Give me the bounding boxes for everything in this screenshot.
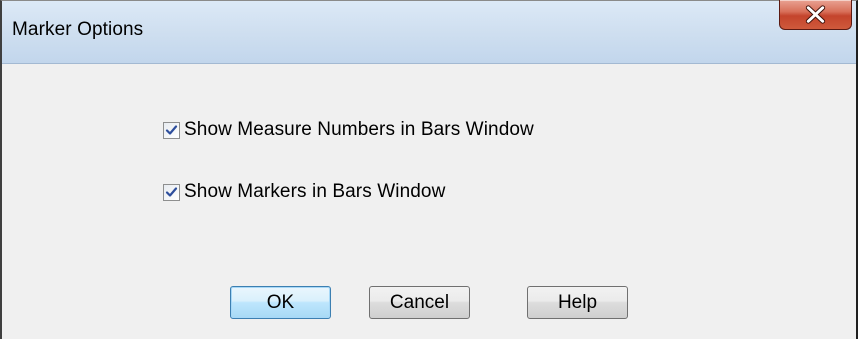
close-button[interactable] [779,0,852,30]
show-markers-checkbox-row[interactable]: Show Markers in Bars Window [163,181,445,203]
marker-options-dialog: Marker Options Show Measure Numbers in B… [0,0,858,339]
show-measure-numbers-checkbox-row[interactable]: Show Measure Numbers in Bars Window [163,119,534,141]
checkmark-icon [165,186,178,197]
close-x-icon [805,5,826,24]
show-markers-label[interactable]: Show Markers in Bars Window [184,181,445,203]
show-markers-checkbox[interactable] [163,183,180,201]
dialog-content: Show Measure Numbers in Bars Window Show… [2,64,856,339]
checkmark-icon [165,124,178,135]
cancel-button[interactable]: Cancel [369,286,470,319]
ok-button[interactable]: OK [230,286,331,319]
window-title: Marker Options [12,19,144,40]
show-measure-numbers-checkbox[interactable] [163,121,180,139]
title-bar: Marker Options [2,0,856,64]
show-measure-numbers-label[interactable]: Show Measure Numbers in Bars Window [184,119,534,141]
help-button[interactable]: Help [527,286,628,319]
